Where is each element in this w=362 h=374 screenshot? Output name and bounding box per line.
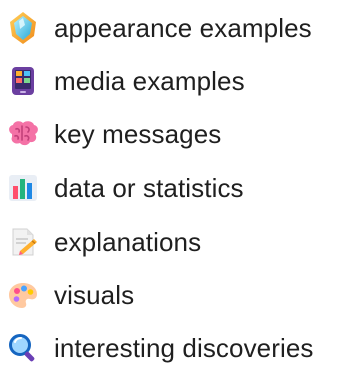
tablet-device-icon [6,64,40,98]
item-label: media examples [54,66,245,96]
bar-chart-icon [6,171,40,205]
pencil-paper-icon [6,225,40,259]
item-label: key messages [54,119,222,149]
magnifying-glass-icon [6,331,40,365]
list-item-media-examples: media examples [6,61,245,101]
topic-list: appearance examples media examples key m… [0,0,362,374]
list-item-data-or-statistics: data or statistics [6,168,244,208]
list-item-explanations: explanations [6,222,201,262]
item-label: appearance examples [54,13,312,43]
item-label: explanations [54,227,202,257]
item-label: visuals [54,280,135,310]
item-label: data or statistics [54,173,244,203]
item-label: interesting discoveries [54,333,314,363]
crystal-gem-icon [6,11,40,45]
brain-icon [6,117,40,151]
list-item-key-messages: key messages [6,114,221,154]
list-item-appearance-examples: appearance examples [6,8,312,48]
paint-palette-icon [6,278,40,312]
list-item-interesting-discoveries: interesting discoveries [6,328,314,368]
list-item-visuals: visuals [6,275,134,315]
